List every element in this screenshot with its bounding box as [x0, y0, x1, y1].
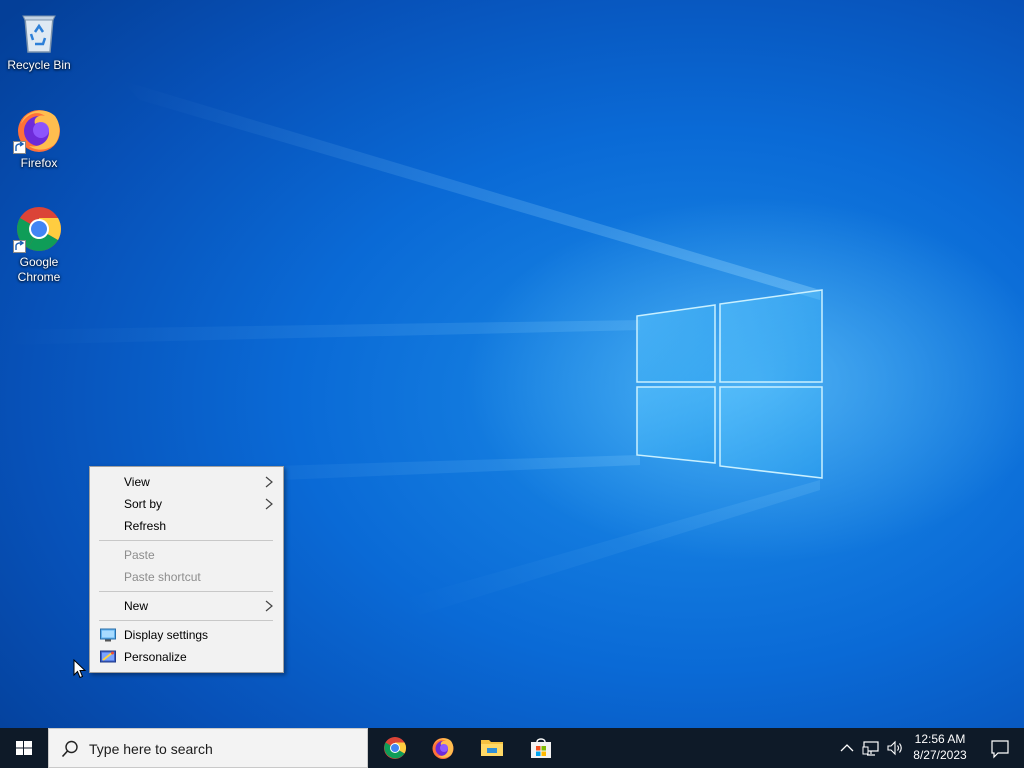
- action-center-button[interactable]: [978, 728, 1024, 768]
- microsoft-store-icon: [531, 738, 551, 758]
- menu-item-refresh[interactable]: Refresh: [90, 515, 283, 537]
- menu-item-label: Refresh: [124, 519, 167, 533]
- search-icon: [61, 740, 78, 758]
- menu-item-label: New: [124, 599, 149, 613]
- start-button[interactable]: [0, 728, 48, 768]
- action-center-icon: [991, 740, 1009, 759]
- menu-separator: [99, 540, 273, 541]
- search-placeholder: Type here to search: [89, 741, 213, 757]
- menu-item-label: Paste: [124, 548, 155, 562]
- taskbar-search-box[interactable]: Type here to search: [48, 728, 368, 768]
- menu-item-label: View: [124, 475, 150, 489]
- taskbar-app-firefox[interactable]: [419, 728, 467, 768]
- network-icon[interactable]: [862, 739, 880, 757]
- recycle-bin-icon: [15, 8, 63, 56]
- personalize-icon: [100, 650, 116, 663]
- menu-item-new[interactable]: New: [90, 595, 283, 617]
- clock-time: 12:56 AM: [914, 732, 966, 746]
- menu-item-display-settings[interactable]: Display settings: [90, 624, 283, 646]
- desktop-icon-label: Firefox: [20, 156, 58, 170]
- menu-separator: [99, 591, 273, 592]
- shortcut-arrow-icon: [13, 141, 26, 154]
- desktop-icon-firefox[interactable]: Firefox: [1, 106, 77, 171]
- windows-start-icon: [16, 741, 32, 755]
- menu-item-label: Sort by: [124, 497, 163, 511]
- desktop-context-menu: View Sort by Refresh Paste Paste shortcu…: [89, 466, 284, 673]
- desktop[interactable]: Recycle Bin Firefox Google Chrome View S…: [0, 0, 1024, 728]
- menu-separator: [99, 620, 273, 621]
- desktop-icon-label: Recycle Bin: [7, 58, 71, 72]
- menu-item-sort-by[interactable]: Sort by: [90, 493, 283, 515]
- taskbar-app-file-explorer[interactable]: [468, 728, 516, 768]
- clock-date: 8/27/2023: [913, 748, 967, 762]
- taskbar-app-microsoft-store[interactable]: [517, 728, 565, 768]
- firefox-icon: [13, 106, 63, 154]
- file-explorer-icon: [481, 740, 503, 756]
- menu-item-label: Personalize: [124, 650, 187, 664]
- volume-icon[interactable]: [886, 739, 904, 757]
- chevron-up-icon[interactable]: [838, 739, 856, 757]
- menu-item-label: Paste shortcut: [124, 570, 201, 584]
- taskbar-clock[interactable]: 12:56 AM 8/27/2023: [908, 731, 972, 763]
- firefox-icon: [432, 738, 454, 759]
- desktop-icon-recycle-bin[interactable]: Recycle Bin: [1, 8, 77, 73]
- display-icon: [100, 628, 116, 642]
- menu-item-personalize[interactable]: Personalize: [90, 646, 283, 668]
- chrome-icon: [384, 737, 406, 759]
- taskbar: Type here to search 12:56 AM 8/27/2023: [0, 728, 1024, 768]
- shortcut-arrow-icon: [13, 240, 26, 253]
- menu-item-label: Display settings: [124, 628, 209, 642]
- menu-item-view[interactable]: View: [90, 471, 283, 493]
- menu-item-paste-shortcut: Paste shortcut: [90, 566, 283, 588]
- menu-item-paste: Paste: [90, 544, 283, 566]
- mouse-cursor-icon: [73, 659, 87, 679]
- submenu-arrow-icon: [265, 476, 273, 488]
- submenu-arrow-icon: [265, 498, 273, 510]
- taskbar-app-chrome[interactable]: [371, 728, 419, 768]
- submenu-arrow-icon: [265, 600, 273, 612]
- chrome-icon: [13, 205, 63, 253]
- desktop-icon-google-chrome[interactable]: Google Chrome: [1, 205, 77, 285]
- desktop-icon-label: Google Chrome: [17, 255, 61, 284]
